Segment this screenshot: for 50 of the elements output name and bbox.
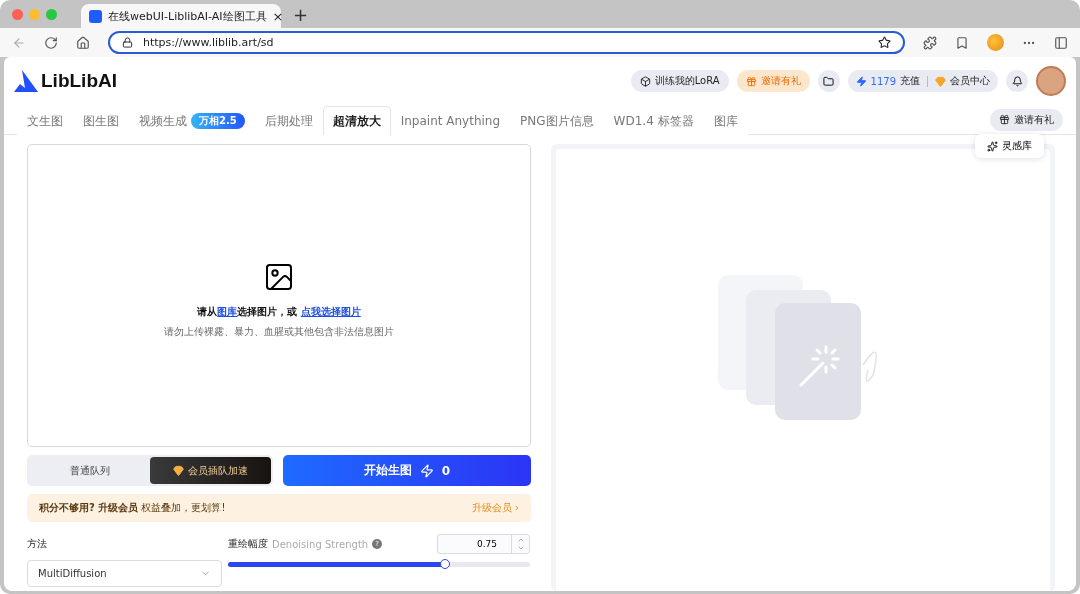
denoise-hint: Denoising Strength [272, 538, 369, 550]
bell-icon [1011, 75, 1023, 87]
generate-button[interactable]: 开始生图 0 [283, 455, 531, 486]
diamond-icon [173, 465, 184, 476]
slider-thumb[interactable] [440, 559, 451, 569]
home-icon[interactable] [76, 35, 90, 50]
method-select[interactable]: MultiDiffusion [27, 560, 222, 587]
close-tab-button[interactable]: × [272, 8, 284, 24]
favorite-star-icon[interactable] [878, 36, 891, 49]
pick-image-link[interactable]: 点我选择图片 [300, 305, 361, 317]
tab-title: 在线webUI-LiblibAI-AI绘图工具 [108, 8, 267, 24]
gallery-link[interactable]: 图库 [217, 305, 238, 317]
denoise-slider[interactable] [228, 562, 530, 567]
sparkles-icon [987, 140, 998, 152]
logo-icon [14, 70, 38, 92]
gift-icon [745, 75, 757, 87]
member-center-link[interactable]: 会员中心 [950, 74, 990, 88]
train-lora-button[interactable]: 训练我的LoRA [630, 70, 729, 92]
inspiration-button[interactable]: 灵感库 [975, 134, 1044, 158]
lock-icon [122, 37, 133, 48]
site-favicon-icon [89, 9, 102, 23]
denoise-label: 重绘幅度 [228, 537, 268, 551]
credit-count: 1179 [870, 75, 896, 87]
queue-option[interactable]: 会员插队加速 [150, 457, 271, 484]
invite-button[interactable]: 邀请有礼 [990, 108, 1063, 131]
sidebar-icon[interactable] [1054, 35, 1068, 50]
queue-option[interactable]: 普通队列 [29, 457, 150, 484]
gift-icon [999, 114, 1010, 125]
version-badge: 万相2.5 [191, 113, 245, 129]
browser-tab[interactable]: 在线webUI-LiblibAI-AI绘图工具 × [81, 4, 281, 28]
upgrade-message: 积分不够用? 升级会员 权益叠加，更划算! [39, 501, 226, 515]
extensions-icon[interactable] [923, 35, 937, 50]
folder-icon [823, 75, 835, 87]
upload-warning: 请勿上传裸露、暴力、血腥或其他包含非法信息图片 [164, 324, 394, 339]
upload-area[interactable]: 请从图库选择图片，或 点我选择图片 请勿上传裸露、暴力、血腥或其他包含非法信息图片 [27, 144, 531, 447]
cube-icon [639, 75, 651, 87]
lightning-icon [419, 463, 434, 478]
diamond-icon [935, 75, 946, 87]
method-label: 方法 [27, 537, 47, 551]
new-tab-button[interactable]: + [293, 3, 309, 25]
logo-text: LibLibAI [41, 70, 117, 92]
reload-icon[interactable] [44, 35, 58, 50]
upload-instruction: 请从图库选择图片，或 点我选择图片 [197, 304, 361, 319]
recharge-link[interactable]: 充值 [900, 74, 920, 88]
lightning-icon [855, 75, 867, 87]
notification-button[interactable] [1006, 70, 1028, 92]
address-bar[interactable]: https://www.liblib.art/sd [108, 31, 905, 54]
mode-tab[interactable]: 超清放大 [322, 106, 391, 135]
folder-button[interactable] [817, 70, 840, 92]
avatar[interactable] [1036, 66, 1066, 96]
